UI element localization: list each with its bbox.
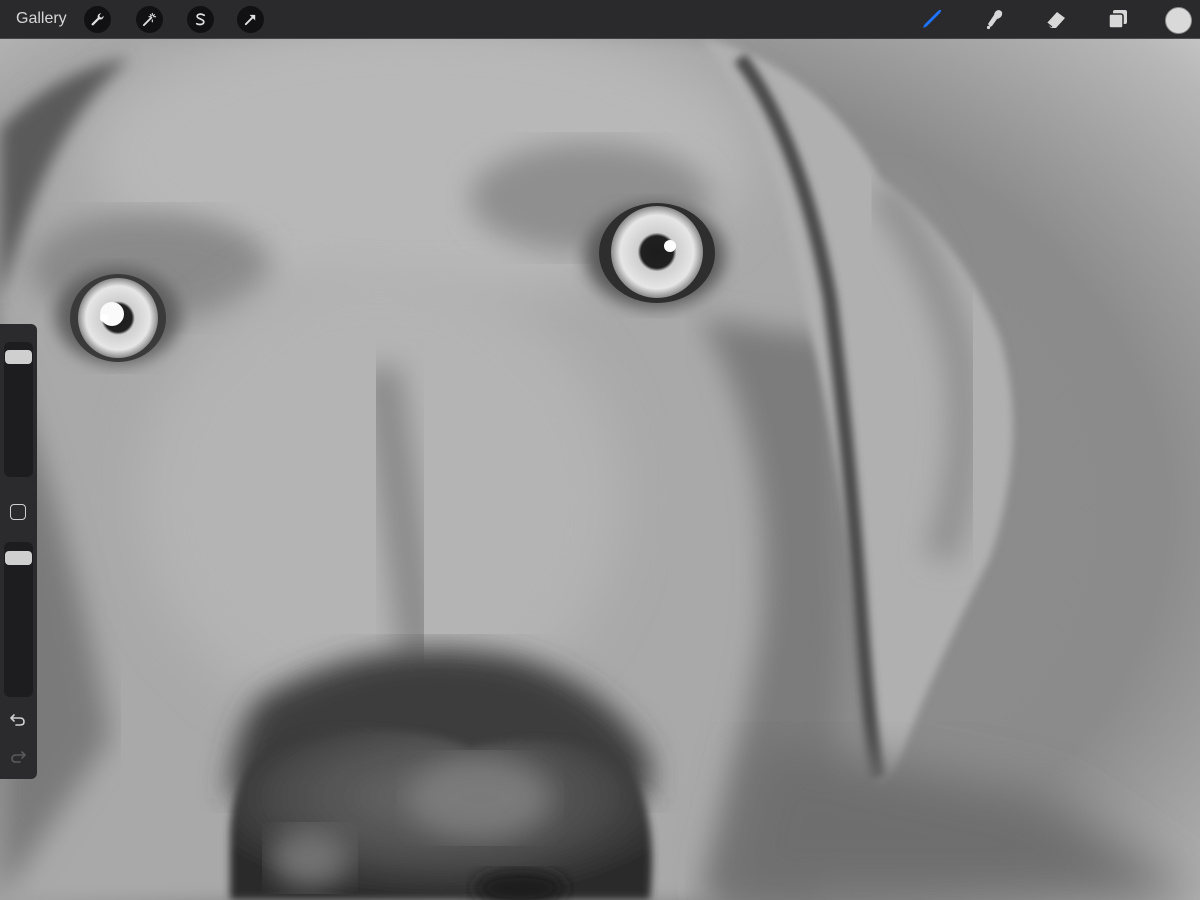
brush-icon[interactable] (918, 5, 946, 33)
actions-wrench-icon[interactable] (84, 6, 111, 33)
transform-arrow-icon[interactable] (237, 6, 264, 33)
color-picker-swatch[interactable] (1165, 7, 1192, 34)
modify-button[interactable] (10, 504, 26, 520)
brush-opacity-slider-thumb[interactable] (5, 550, 32, 565)
selection-s-icon[interactable] (187, 6, 214, 33)
layers-icon[interactable] (1104, 5, 1132, 33)
drawing-canvas[interactable] (0, 38, 1200, 900)
adjustments-magic-wand-icon[interactable] (136, 6, 163, 33)
dog-artwork (0, 38, 1200, 900)
brush-size-slider[interactable] (4, 342, 33, 477)
brush-size-slider-thumb[interactable] (5, 349, 32, 364)
brush-opacity-slider[interactable] (4, 542, 33, 697)
gallery-button[interactable]: Gallery (16, 0, 67, 38)
smudge-icon[interactable] (980, 5, 1008, 33)
undo-icon[interactable] (7, 709, 29, 731)
top-toolbar: Gallery (0, 0, 1200, 38)
redo-icon[interactable] (7, 746, 29, 768)
eraser-icon[interactable] (1042, 5, 1070, 33)
side-bar (0, 324, 37, 779)
